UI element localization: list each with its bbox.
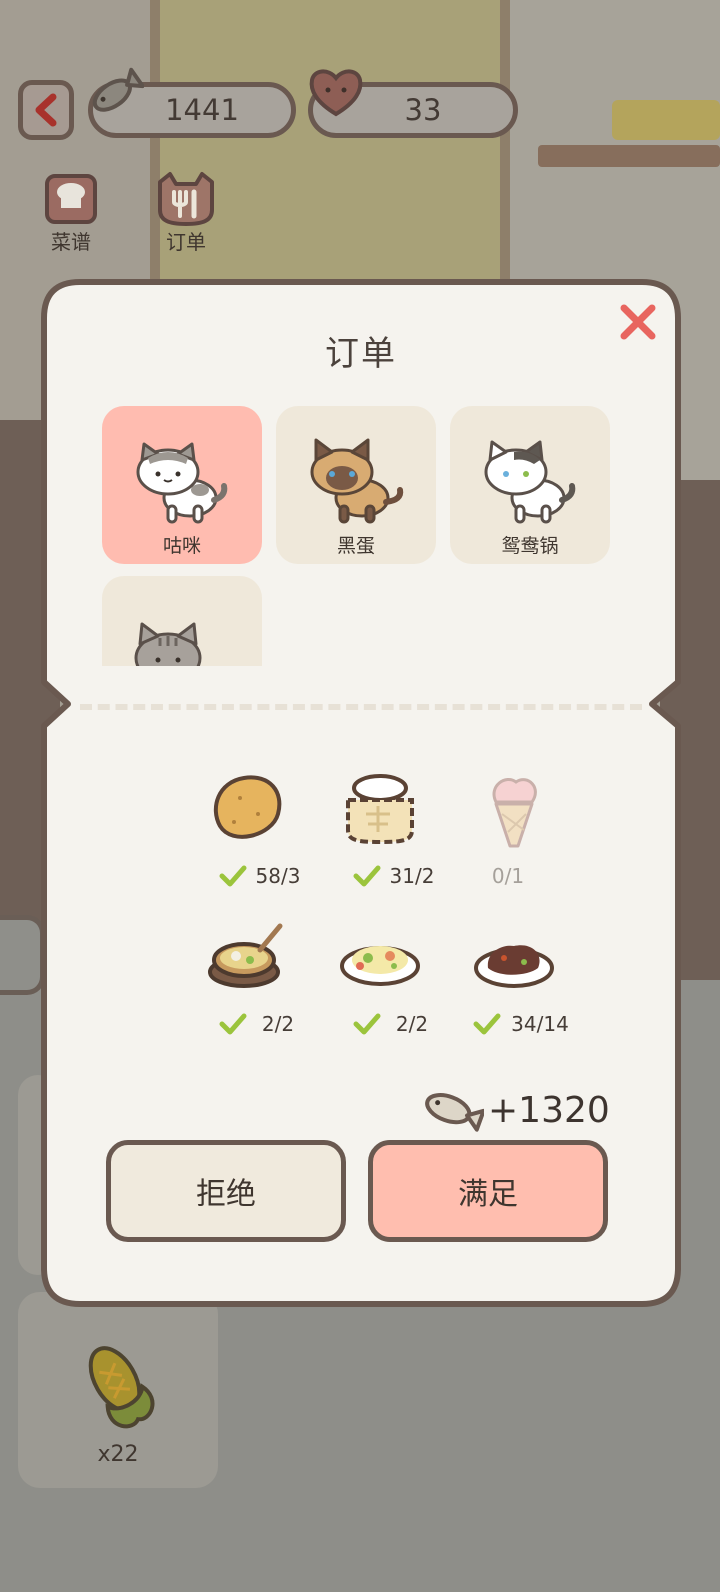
cat-list: 咕咪 黑蛋 鸳鸯锅 [102, 406, 622, 666]
nav-order-label: 订单 [166, 230, 206, 254]
cat-card-heidan[interactable]: 黑蛋 [276, 406, 436, 564]
reject-button[interactable]: 拒绝 [106, 1140, 346, 1242]
nav-recipe[interactable]: 菜谱 [36, 170, 106, 255]
order-item-potato: 58/3 [170, 768, 310, 898]
cat-name: 咕咪 [162, 535, 201, 557]
order-item-braised-meat: 34/14 [438, 916, 578, 1046]
flour-sack-icon [346, 774, 414, 845]
order-modal: 订单 咕咪 黑蛋 鸳鸯锅 58/3 31/2 0/1 2/2 2/2 34/14… [40, 278, 682, 1308]
order-item-fried-rice: 2/2 [304, 916, 444, 1046]
order-item-ice-cream: 0/1 [438, 768, 578, 898]
corn-count: x22 [97, 1442, 139, 1467]
back-button[interactable] [18, 80, 74, 140]
modal-title: 订单 [325, 334, 397, 374]
side-tab[interactable] [0, 915, 45, 995]
order-item-stew: 2/2 [170, 916, 310, 1046]
fried-rice-icon [340, 946, 420, 986]
braised-meat-icon [474, 945, 554, 988]
fish-icon [425, 1093, 484, 1132]
corn-icon [88, 1346, 155, 1429]
reward: +1320 [420, 1080, 610, 1140]
cat-fork-icon [158, 172, 214, 226]
heart-count: 33 [404, 93, 442, 127]
fish-count: 1441 [165, 93, 239, 127]
top-bar: 1441 33 菜谱 订单 [0, 0, 720, 254]
cat-name: 黑蛋 [336, 535, 375, 557]
cat-name: 鸳鸯锅 [501, 535, 559, 557]
cat-card-tabby[interactable] [102, 576, 262, 666]
cat-card-yuanyangguo[interactable]: 鸳鸯锅 [450, 406, 610, 564]
tabby-cat-icon [134, 622, 202, 666]
potato-icon [214, 775, 282, 839]
item-count: 34/14 [511, 1012, 569, 1036]
stew-pot-icon [208, 923, 283, 988]
accept-button[interactable]: 满足 [368, 1140, 608, 1242]
nav-order[interactable]: 订单 [146, 170, 226, 255]
cat-card-gumi[interactable]: 咕咪 [102, 406, 262, 564]
reward-amount: +1320 [488, 1089, 610, 1131]
ice-cream-icon [492, 778, 537, 848]
modal-divider [80, 704, 642, 710]
grey-white-cat-icon [136, 442, 228, 524]
fish-icon [92, 67, 144, 112]
item-count: 0/1 [491, 864, 525, 888]
order-item-flour: 31/2 [304, 768, 444, 898]
siamese-cat-icon [310, 438, 404, 524]
heart-icon [309, 69, 363, 117]
chevron-left-icon [35, 93, 57, 127]
nav-recipe-label: 菜谱 [51, 230, 91, 254]
odd-eyed-cat-icon [484, 440, 576, 524]
chef-hat-icon [45, 174, 97, 224]
